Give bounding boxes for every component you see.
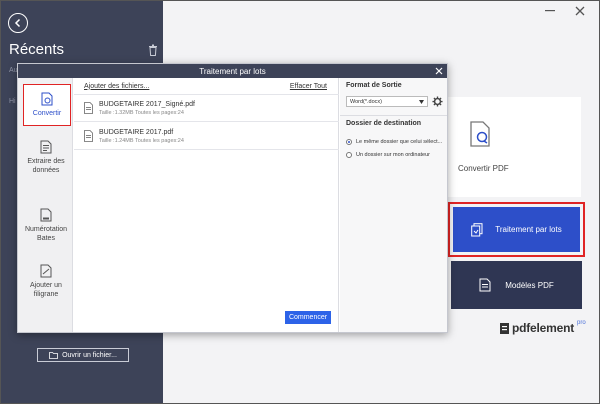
file-row[interactable]: BUDGETAIRE 2017_Signé.pdf Taille :1.32MB… <box>74 95 339 122</box>
output-format-select[interactable]: Word(*.docx) <box>346 96 428 107</box>
back-button[interactable] <box>8 13 28 33</box>
options-panel: Format de Sortie Word(*.docx) Dossier de… <box>340 78 447 332</box>
pdfelement-logo-icon <box>500 322 509 334</box>
pdf-templates-label: Modèles PDF <box>505 280 554 290</box>
divider <box>340 115 447 116</box>
convert-pdf-icon <box>470 121 490 147</box>
batch-process-icon <box>471 222 483 236</box>
batch-process-card[interactable]: Traitement par lots <box>448 202 585 257</box>
gear-icon[interactable] <box>432 96 443 107</box>
close-icon[interactable] <box>574 5 586 17</box>
chevron-down-icon <box>419 99 424 104</box>
batch-process-dialog: Traitement par lots Convertir Extraire d… <box>17 63 448 333</box>
batch-process-button[interactable]: Traitement par lots <box>453 207 580 252</box>
dialog-title: Traitement par lots <box>199 66 266 76</box>
arrow-left-icon <box>14 18 21 28</box>
nav-watermark-label: Ajouter un filigrane <box>30 282 62 298</box>
radio-unselected[interactable] <box>346 152 352 158</box>
nav-bates-numbering[interactable]: Numérotation Bates <box>22 208 70 243</box>
start-button[interactable]: Commencer <box>285 311 331 324</box>
file-list-header: Ajouter des fichiers... Effacer Tout <box>74 78 339 95</box>
convert-pdf-label: Convertir PDF <box>458 164 509 173</box>
destination-option-same-folder[interactable]: Le même dossier que celui sélect... <box>346 139 442 145</box>
pdf-templates-button[interactable]: Modèles PDF <box>451 261 582 309</box>
add-files-link[interactable]: Ajouter des fichiers... <box>84 83 149 90</box>
brand-pro: pro <box>577 320 586 326</box>
watermark-icon <box>40 264 52 278</box>
folder-icon <box>49 351 58 359</box>
nav-watermark[interactable]: Ajouter un filigrane <box>22 264 70 299</box>
brand-name: pdfelement <box>512 321 575 335</box>
minimize-icon[interactable] <box>545 10 555 12</box>
pdf-file-icon <box>84 102 93 114</box>
file-meta: Taille :1.32MB Toutes les pages:24 <box>99 109 184 116</box>
convert-icon <box>41 92 53 106</box>
destination-option-label: Un dossier sur mon ordinateur <box>356 152 430 158</box>
file-name: BUDGETAIRE 2017_Signé.pdf <box>99 100 195 108</box>
nav-extract-data-label: Extraire des données <box>27 158 65 174</box>
output-format-value: Word(*.docx) <box>350 98 382 105</box>
bates-numbering-icon <box>40 208 52 222</box>
destination-title: Dossier de destination <box>346 120 422 127</box>
file-name: BUDGETAIRE 2017.pdf <box>99 128 174 136</box>
brand-logo: pdfelement pro <box>500 320 586 335</box>
app-window: Récents Au Hi Ouvrir un fichier... Conve… <box>0 0 600 404</box>
file-meta: Taille :1.24MB Toutes les pages:24 <box>99 137 184 144</box>
dialog-nav: Convertir Extraire des données Numérotat… <box>18 78 73 332</box>
pdf-file-icon <box>84 130 93 142</box>
file-row[interactable]: BUDGETAIRE 2017.pdf Taille :1.24MB Toute… <box>74 123 339 150</box>
open-file-label: Ouvrir un fichier... <box>62 351 117 359</box>
file-list-panel: Ajouter des fichiers... Effacer Tout BUD… <box>74 78 339 332</box>
dialog-titlebar: Traitement par lots <box>18 64 447 78</box>
extract-data-icon <box>40 140 52 154</box>
radio-selected[interactable] <box>346 139 352 145</box>
destination-option-label: Le même dossier que celui sélect... <box>356 139 443 145</box>
dialog-close-icon[interactable] <box>435 67 443 75</box>
trash-icon[interactable] <box>148 44 158 56</box>
recents-title: Récents <box>9 41 65 58</box>
clear-all-link[interactable]: Effacer Tout <box>290 83 327 90</box>
nav-convert[interactable]: Convertir <box>23 84 71 126</box>
open-file-button[interactable]: Ouvrir un fichier... <box>37 348 129 362</box>
output-format-title: Format de Sortie <box>346 82 402 89</box>
pdf-templates-icon <box>479 278 491 292</box>
convert-pdf-card[interactable] <box>439 97 581 197</box>
nav-convert-label: Convertir <box>32 110 62 117</box>
nav-bates-numbering-label: Numérotation Bates <box>24 226 68 242</box>
batch-process-label: Traitement par lots <box>495 225 562 234</box>
recent-group-label: Hi <box>9 98 16 105</box>
nav-extract-data[interactable]: Extraire des données <box>22 140 70 175</box>
destination-option-my-computer[interactable]: Un dossier sur mon ordinateur <box>346 152 430 158</box>
